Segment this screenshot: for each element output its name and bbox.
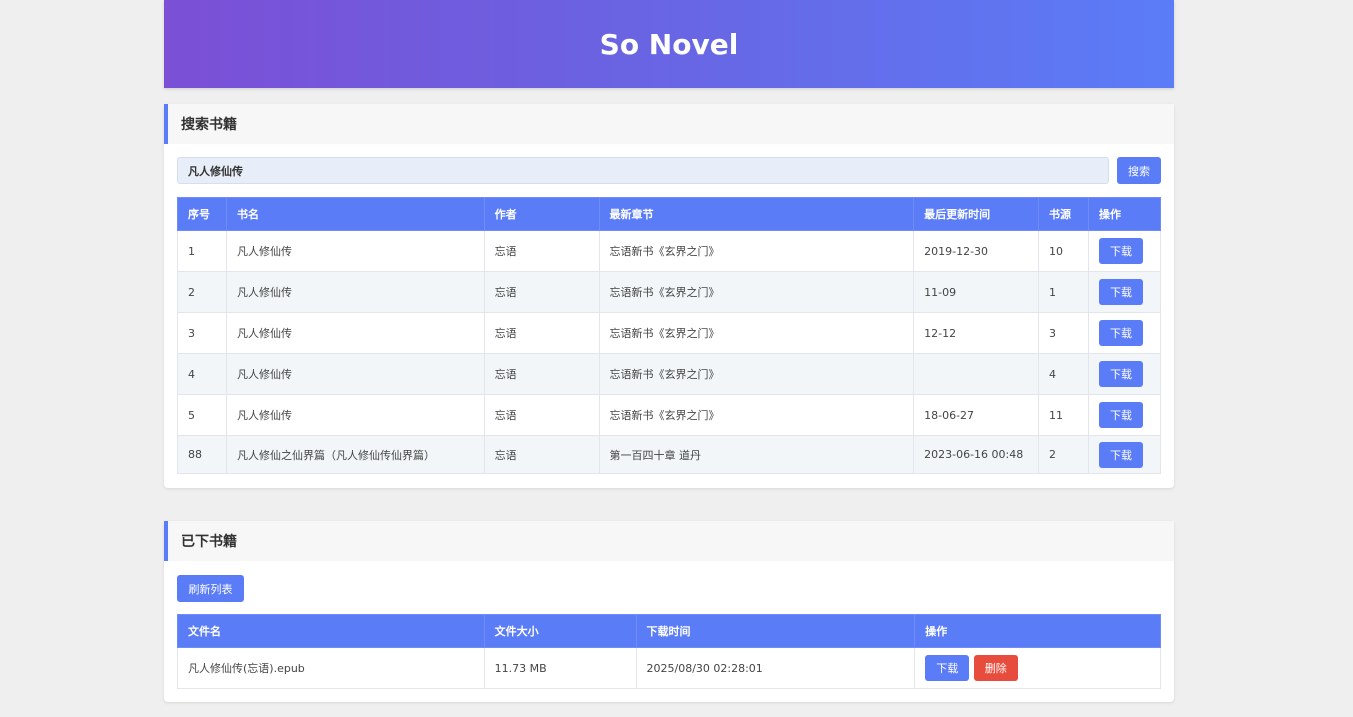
table-header-row: 序号 书名 作者 最新章节 最后更新时间 书源 操作 (177, 197, 1162, 231)
column-header: 作者 (483, 197, 600, 231)
table-row: 4 凡人修仙传 忘语 忘语新书《玄界之门》 4 下载 (177, 353, 1162, 395)
download-file-button[interactable]: 下载 (925, 655, 970, 681)
cell-sources: 3 (1038, 312, 1089, 354)
column-header: 书源 (1038, 197, 1089, 231)
cell-sources: 1 (1038, 271, 1089, 313)
cell-sources: 2 (1038, 435, 1089, 474)
cell-index: 88 (177, 435, 227, 474)
delete-file-button[interactable]: 删除 (973, 655, 1018, 681)
cell-latest-chapter: 忘语新书《玄界之门》 (598, 394, 915, 436)
cell-action: 下载 (1087, 271, 1162, 313)
cell-index: 3 (177, 312, 227, 354)
cell-author: 忘语 (483, 271, 600, 313)
download-button[interactable]: 下载 (1098, 361, 1143, 387)
downloads-table: 文件名 文件大小 下载时间 操作 凡人修仙传(忘语).epub 11.73 MB… (177, 614, 1161, 689)
download-button[interactable]: 下载 (1098, 320, 1143, 346)
cell-updated: 18-06-27 (913, 394, 1039, 436)
cell-author: 忘语 (483, 353, 600, 395)
search-button[interactable]: 搜索 (1117, 157, 1161, 184)
app-header: So Novel (164, 0, 1174, 88)
cell-updated: 2023-06-16 00:48 (913, 435, 1039, 474)
table-row: 5 凡人修仙传 忘语 忘语新书《玄界之门》 18-06-27 11 下载 (177, 394, 1162, 436)
cell-filename: 凡人修仙传(忘语).epub (177, 647, 485, 689)
cell-index: 2 (177, 271, 227, 313)
cell-title: 凡人修仙传 (225, 271, 485, 313)
cell-sources: 10 (1038, 230, 1089, 272)
column-header: 操作 (1087, 197, 1162, 231)
search-row: 搜索 (177, 157, 1161, 184)
cell-latest-chapter: 第一百四十章 道丹 (598, 435, 915, 474)
cell-size: 11.73 MB (483, 647, 637, 689)
downloads-card: 已下书籍 刷新列表 文件名 文件大小 下载时间 操作 凡人修仙传(忘语).epu… (164, 521, 1174, 702)
cell-index: 4 (177, 353, 227, 395)
table-row: 2 凡人修仙传 忘语 忘语新书《玄界之门》 11-09 1 下载 (177, 271, 1162, 313)
cell-index: 1 (177, 230, 227, 272)
cell-action: 下载 (1087, 353, 1162, 395)
cell-sources: 11 (1038, 394, 1089, 436)
cell-latest-chapter: 忘语新书《玄界之门》 (598, 271, 915, 313)
download-button[interactable]: 下载 (1098, 441, 1143, 468)
search-section-title: 搜索书籍 (164, 104, 1174, 144)
column-header: 最后更新时间 (913, 197, 1039, 231)
app-container: So Novel 搜索书籍 搜索 序号 书名 作者 最新章节 最后更新时间 书源 (164, 0, 1174, 702)
column-header: 下载时间 (635, 614, 916, 648)
cell-download-time: 2025/08/30 02:28:01 (635, 647, 916, 689)
column-header: 序号 (177, 197, 227, 231)
cell-latest-chapter: 忘语新书《玄界之门》 (598, 312, 915, 354)
cell-title: 凡人修仙之仙界篇（凡人修仙传仙界篇） (225, 435, 485, 474)
cell-updated (913, 353, 1039, 395)
download-button[interactable]: 下载 (1098, 402, 1143, 428)
cell-updated: 2019-12-30 (913, 230, 1039, 272)
cell-title: 凡人修仙传 (225, 230, 485, 272)
download-button[interactable]: 下载 (1098, 279, 1143, 305)
search-input[interactable] (177, 157, 1109, 184)
download-button[interactable]: 下载 (1098, 238, 1143, 264)
cell-latest-chapter: 忘语新书《玄界之门》 (598, 230, 915, 272)
cell-action: 下载 删除 (914, 647, 1161, 689)
column-header: 操作 (914, 614, 1161, 648)
cell-author: 忘语 (483, 230, 600, 272)
cell-author: 忘语 (483, 312, 600, 354)
column-header: 最新章节 (598, 197, 915, 231)
cell-author: 忘语 (483, 394, 600, 436)
search-card: 搜索书籍 搜索 序号 书名 作者 最新章节 最后更新时间 书源 操作 (164, 104, 1174, 488)
table-row: 88 凡人修仙之仙界篇（凡人修仙传仙界篇） 忘语 第一百四十章 道丹 2023-… (177, 435, 1162, 474)
cell-sources: 4 (1038, 353, 1089, 395)
table-header-row: 文件名 文件大小 下载时间 操作 (177, 614, 1161, 648)
cell-title: 凡人修仙传 (225, 312, 485, 354)
cell-author: 忘语 (483, 435, 600, 474)
downloads-section-title: 已下书籍 (164, 521, 1174, 561)
cell-action: 下载 (1087, 230, 1162, 272)
cell-updated: 12-12 (913, 312, 1039, 354)
app-title: So Novel (599, 27, 739, 61)
cell-index: 5 (177, 394, 227, 436)
cell-title: 凡人修仙传 (225, 353, 485, 395)
cell-action: 下载 (1087, 312, 1162, 354)
column-header: 书名 (225, 197, 485, 231)
cell-updated: 11-09 (913, 271, 1039, 313)
refresh-list-button[interactable]: 刷新列表 (177, 575, 244, 602)
cell-latest-chapter: 忘语新书《玄界之门》 (598, 353, 915, 395)
table-row: 凡人修仙传(忘语).epub 11.73 MB 2025/08/30 02:28… (177, 647, 1161, 689)
search-results-table: 序号 书名 作者 最新章节 最后更新时间 书源 操作 1 凡人修仙传 忘语 忘语… (177, 197, 1162, 474)
table-row: 1 凡人修仙传 忘语 忘语新书《玄界之门》 2019-12-30 10 下载 (177, 230, 1162, 272)
cell-title: 凡人修仙传 (225, 394, 485, 436)
column-header: 文件大小 (483, 614, 637, 648)
column-header: 文件名 (177, 614, 485, 648)
cell-action: 下载 (1087, 435, 1162, 474)
cell-action: 下载 (1087, 394, 1162, 436)
table-row: 3 凡人修仙传 忘语 忘语新书《玄界之门》 12-12 3 下载 (177, 312, 1162, 354)
